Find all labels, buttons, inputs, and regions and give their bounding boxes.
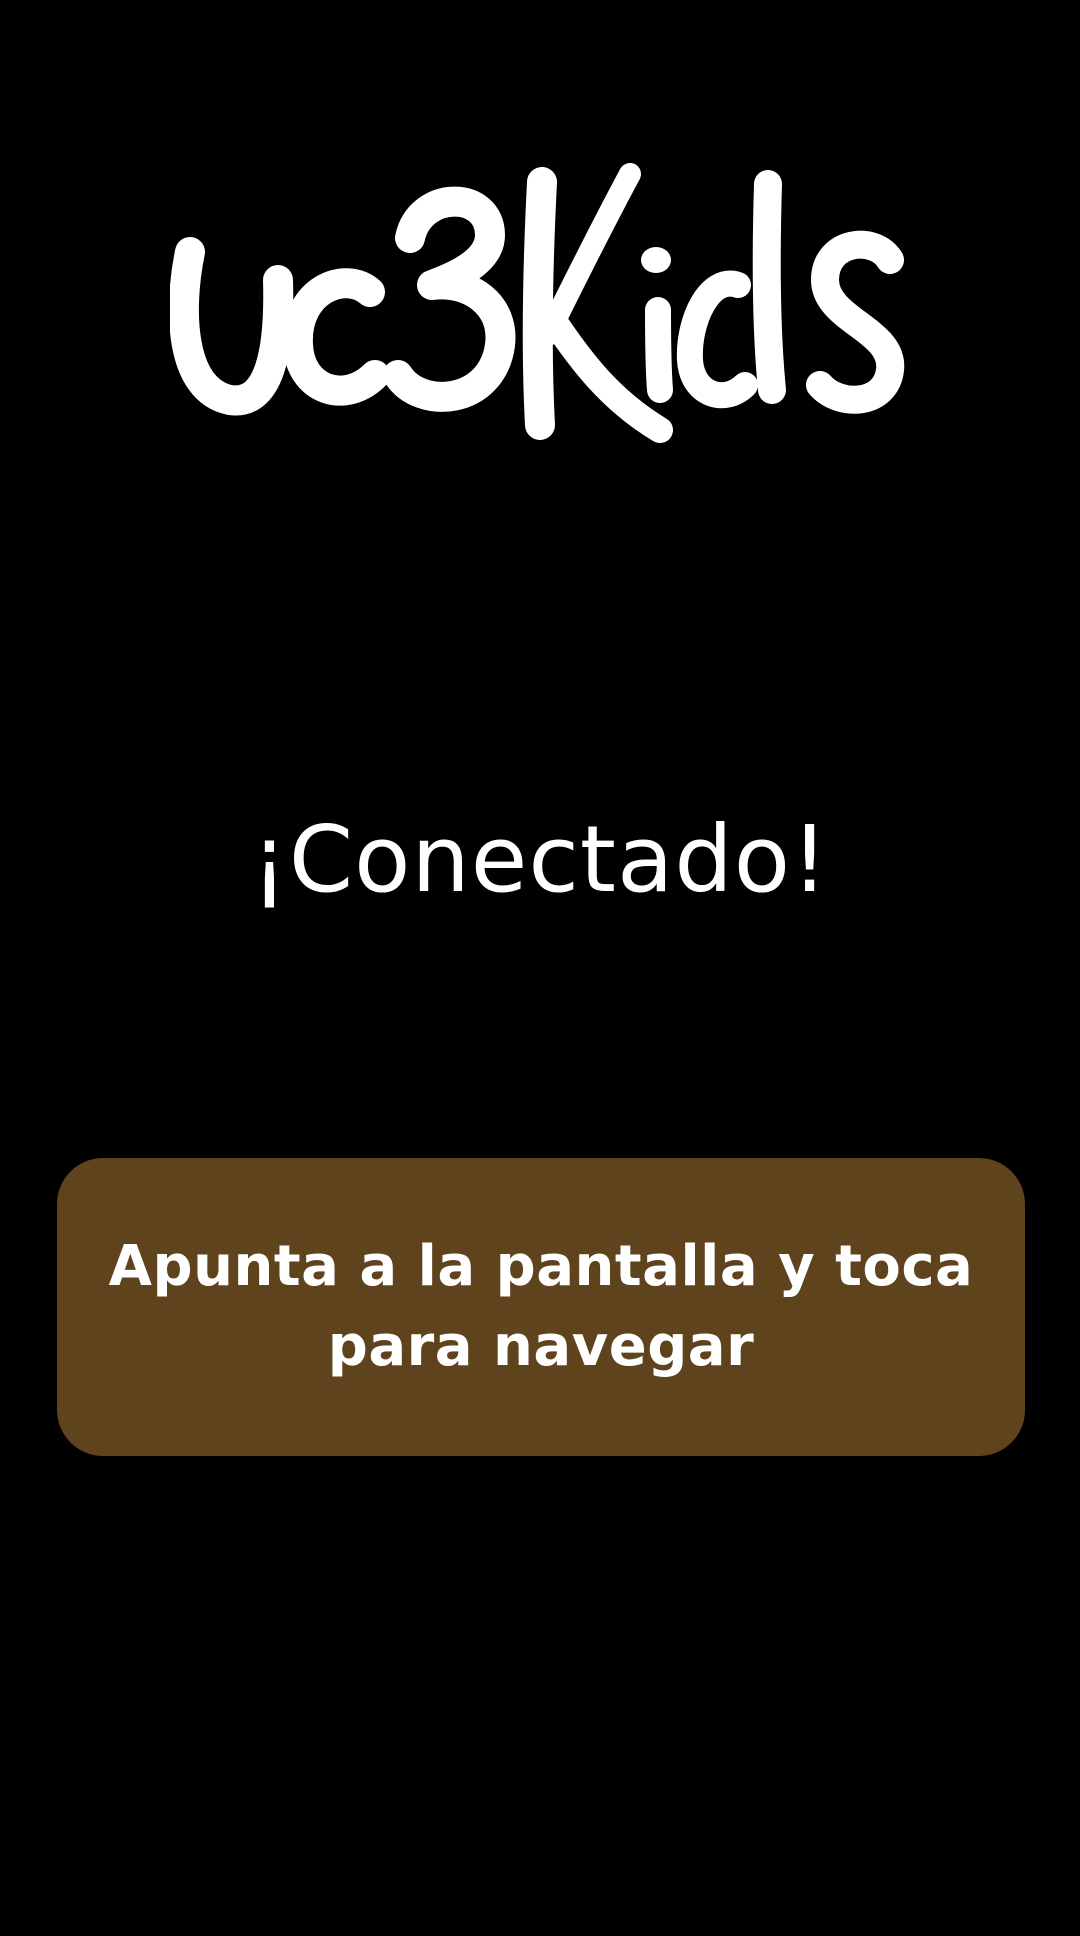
instruction-text: Apunta a la pantalla y toca para navegar: [108, 1234, 974, 1379]
connection-status-text: ¡Conectado!: [251, 806, 829, 913]
instruction-card: Apunta a la pantalla y toca para navegar: [57, 1158, 1025, 1456]
uc3kids-logo: [170, 160, 910, 450]
connected-screen: ¡Conectado! Apunta a la pantalla y toca …: [0, 0, 1080, 1936]
